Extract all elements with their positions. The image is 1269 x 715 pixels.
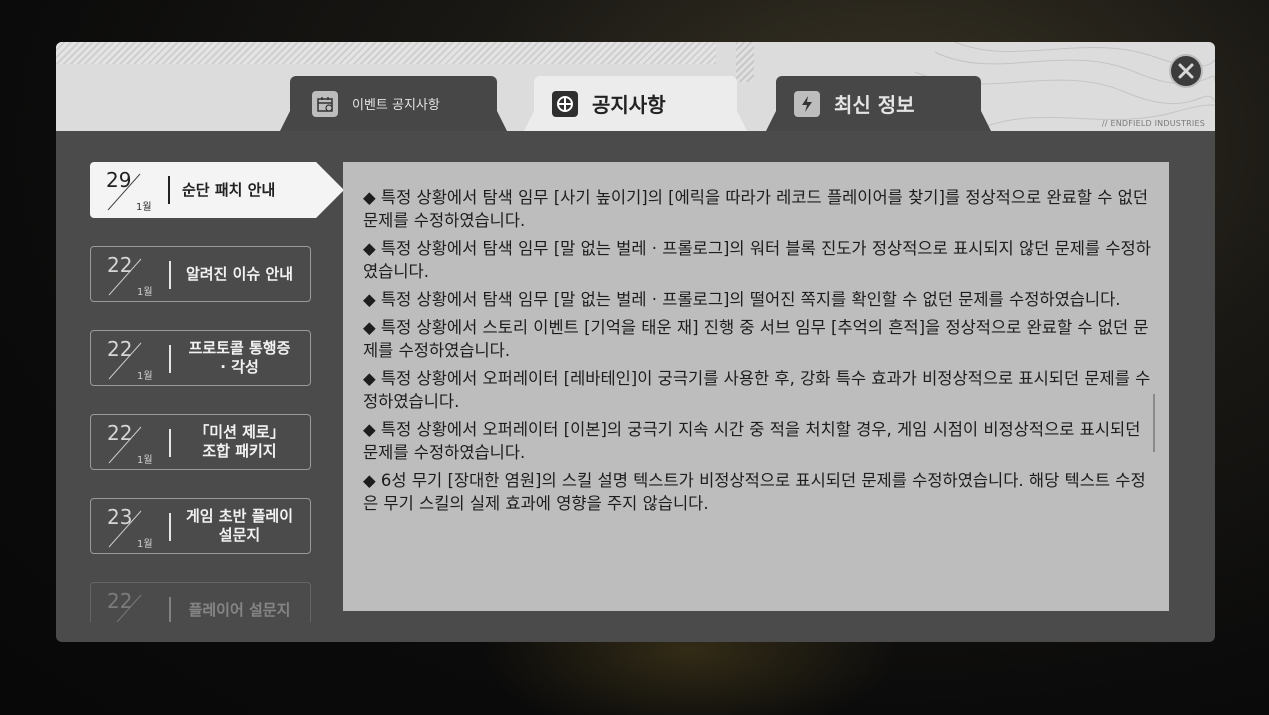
notice-paragraph: ◆ 특정 상황에서 탐색 임무 [말 없는 벌레 · 프롤로그]의 워터 블록 … (363, 239, 1151, 281)
item-day: 22 (107, 421, 133, 445)
notice-paragraph: ◆ 6성 무기 [장대한 염원]의 스킬 설명 텍스트가 비정상적으로 표시되던… (363, 471, 1146, 513)
item-day: 22 (107, 253, 133, 277)
hatch-pattern-small (736, 42, 754, 82)
item-month: 1월 (137, 539, 153, 550)
top-bar: // ENDFIELD INDUSTRIES 이벤트 공지사항 공지사항 최신 … (56, 42, 1215, 131)
notice-paragraph: ◆ 특정 상황에서 스토리 이벤트 [기억을 태운 재] 진행 중 서브 임무 … (363, 318, 1149, 360)
tab-label: 이벤트 공지사항 (352, 98, 440, 113)
item-separator (168, 176, 170, 204)
notice-content[interactable]: ◆ 특정 상황에서 탐색 임무 [사기 높이기]의 [에릭을 따라가 레코드 플… (343, 162, 1169, 611)
list-item[interactable]: 22 1월 「미션 제로」 조합 패키지 (90, 414, 311, 470)
item-day: 22 (107, 337, 133, 361)
item-separator (169, 429, 171, 457)
item-title: 「미션 제로」 조합 패키지 (173, 415, 306, 469)
notice-window: // ENDFIELD INDUSTRIES 이벤트 공지사항 공지사항 최신 … (56, 42, 1215, 642)
item-title-line: 프로토콜 통행증 (188, 339, 291, 357)
item-separator (169, 513, 171, 541)
calendar-icon (312, 90, 338, 117)
item-title: 게임 초반 플레이 설문지 (173, 499, 306, 553)
close-icon (1178, 63, 1194, 79)
item-title-line: 「미션 제로」 (194, 423, 285, 441)
tab-event-notices[interactable]: 이벤트 공지사항 (280, 76, 507, 131)
item-month: 1월 (137, 287, 153, 298)
close-button[interactable] (1169, 54, 1203, 88)
item-day: 22 (107, 589, 133, 613)
list-item[interactable]: 22 1월 알려진 이슈 안내 (90, 246, 311, 302)
item-title: 순단 패치 안내 (182, 180, 276, 199)
tab-label: 공지사항 (592, 93, 666, 117)
tab-latest-news[interactable]: 최신 정보 (766, 76, 991, 131)
item-separator (169, 261, 171, 289)
scrollbar-thumb[interactable] (1153, 394, 1155, 452)
hatch-pattern (56, 42, 716, 64)
brand-label: // ENDFIELD INDUSTRIES (1101, 119, 1205, 128)
item-separator (169, 597, 171, 622)
tab-label: 최신 정보 (834, 93, 915, 117)
list-item[interactable]: 22 플레이어 설문지 (90, 582, 311, 622)
item-separator (169, 345, 171, 373)
item-title: 알려진 이슈 안내 (185, 264, 294, 283)
item-month: 1월 (136, 202, 152, 213)
list-item[interactable]: 29 1월 순단 패치 안내 (90, 162, 344, 218)
list-item[interactable]: 22 1월 프로토콜 통행증 · 각성 (90, 330, 311, 386)
notice-paragraph: ◆ 특정 상황에서 탐색 임무 [사기 높이기]의 [에릭을 따라가 레코드 플… (363, 188, 1149, 230)
notice-paragraph: ◆ 특정 상황에서 오퍼레이터 [레바테인]이 궁극기를 사용한 후, 강화 특… (363, 369, 1151, 411)
item-title-line: 설문지 (218, 526, 261, 544)
item-title: 프로토콜 통행증 · 각성 (173, 331, 306, 385)
notice-list: 29 1월 순단 패치 안내 22 1월 알려진 이슈 안내 22 1월 프로토… (90, 162, 370, 622)
compass-icon (552, 90, 578, 117)
item-title-line: · 각성 (220, 358, 259, 376)
tab-notices[interactable]: 공지사항 (524, 76, 747, 131)
notice-paragraph: ◆ 특정 상황에서 탐색 임무 [말 없는 벌레 · 프롤로그]의 떨어진 쪽지… (363, 290, 1121, 309)
item-month: 1월 (137, 455, 153, 466)
item-title: 플레이어 설문지 (188, 600, 291, 619)
item-day: 23 (107, 505, 133, 529)
item-title-line: 조합 패키지 (202, 442, 277, 460)
item-title-line: 게임 초반 플레이 (185, 507, 294, 525)
list-item[interactable]: 23 1월 게임 초반 플레이 설문지 (90, 498, 311, 554)
item-month: 1월 (137, 371, 153, 382)
lightning-icon (794, 90, 820, 117)
item-day: 29 (106, 168, 132, 192)
notice-paragraph: ◆ 특정 상황에서 오퍼레이터 [이본]의 궁극기 지속 시간 중 적을 처치할… (363, 420, 1141, 462)
